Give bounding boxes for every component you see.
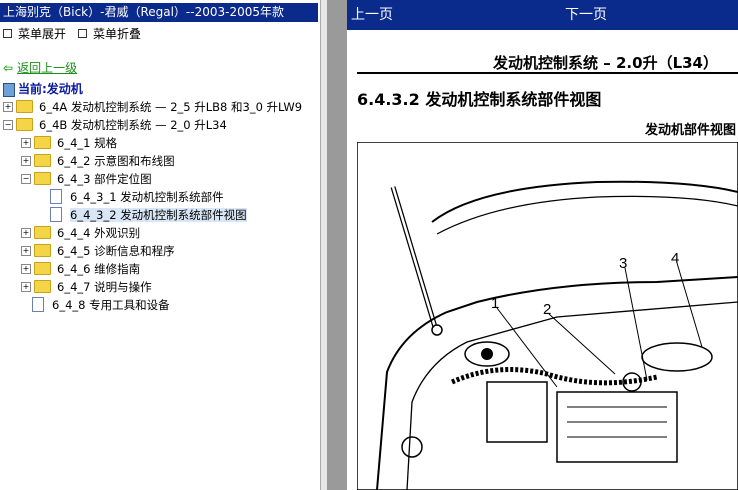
tree-item-label: 6_4_7 说明与操作 — [57, 280, 152, 294]
tree-item-label: 6_4_8 专用工具和设备 — [52, 298, 170, 312]
expand-node-icon[interactable]: + — [21, 263, 31, 274]
folder-icon — [16, 118, 33, 131]
tree-item[interactable]: 6_4_3_1 发动机控制系统部件 — [39, 188, 224, 206]
tree-item[interactable]: +6_4_1 规格 — [21, 134, 117, 152]
expand-node-icon[interactable]: + — [21, 227, 31, 238]
document-pane: 上一页 下一页 发动机控制系统 – 2.0升（L34） 6.4.3.2 发动机控… — [347, 0, 738, 490]
collapse-menu-label: 菜单折叠 — [93, 27, 142, 41]
expand-node-icon[interactable]: + — [21, 137, 31, 148]
expand-menu-button[interactable]: 菜单展开 — [3, 26, 66, 42]
tree-item[interactable]: − 6_4_3 部件定位图 — [21, 170, 152, 188]
panel-gutter — [327, 0, 347, 490]
tree-item-label: 6_4_6 维修指南 — [57, 262, 141, 276]
expand-node-icon[interactable]: + — [21, 245, 31, 256]
expand-menu-label: 菜单展开 — [18, 27, 67, 41]
prev-page-button[interactable]: 上一页 — [351, 0, 393, 30]
tree-item-label: 6_4_5 诊断信息和程序 — [57, 244, 175, 258]
callout-1: 1 — [491, 295, 499, 312]
callout-3: 3 — [619, 255, 627, 272]
back-link[interactable]: ⇦ 返回上一级 — [3, 60, 77, 76]
callout-4: 4 — [671, 250, 679, 267]
folder-icon — [34, 136, 51, 149]
header-rule — [357, 72, 738, 74]
tree-item[interactable]: +6_4_5 诊断信息和程序 — [21, 242, 175, 260]
folder-icon — [34, 280, 51, 293]
view-label: 发动机部件视图 — [644, 123, 736, 138]
tree-item[interactable]: +6_4_6 维修指南 — [21, 260, 140, 278]
collapse-icon — [78, 29, 87, 38]
tree-item[interactable]: +6_4_2 示意图和布线图 — [21, 152, 175, 170]
page-nav-bar: 上一页 下一页 — [347, 0, 738, 30]
vehicle-title: 上海别克（Bick）-君威（Regal）--2003-2005年款 — [0, 3, 318, 22]
leaf-node-spacer — [39, 193, 47, 201]
expand-node-icon[interactable]: + — [21, 281, 31, 292]
tree-item[interactable]: 6_4_8 专用工具和设备 — [21, 296, 170, 314]
current-location-label: 当前:发动机 — [18, 82, 83, 96]
expand-node-icon[interactable]: + — [21, 155, 31, 166]
tree-item-label: 6_4_2 示意图和布线图 — [57, 154, 175, 168]
tree-item-label: 6_4_3_2 发动机控制系统部件视图 — [70, 208, 247, 222]
tree-item-label: 6_4_3 部件定位图 — [57, 172, 152, 186]
expand-icon — [3, 29, 12, 38]
document-icon — [50, 189, 62, 204]
tree-item[interactable]: 6_4_3_2 发动机控制系统部件视图 — [39, 206, 247, 224]
shock-tower-nut — [481, 348, 493, 360]
tree-item[interactable]: − 6_4B 发动机控制系统 — 2_0 升L34 — [3, 116, 227, 134]
expand-node-icon[interactable]: + — [3, 101, 13, 112]
callout-2: 2 — [543, 301, 551, 318]
document-header: 发动机控制系统 – 2.0升（L34） — [493, 54, 718, 72]
tree-item[interactable]: +6_4_7 说明与操作 — [21, 278, 152, 296]
collapse-menu-button[interactable]: 菜单折叠 — [78, 26, 141, 42]
document-icon — [50, 207, 62, 222]
folder-icon — [34, 172, 51, 185]
collapse-node-icon[interactable]: − — [21, 173, 31, 184]
collapse-node-icon[interactable]: − — [3, 119, 13, 130]
back-link-label: 返回上一级 — [17, 61, 78, 75]
leaf-node-spacer — [39, 211, 47, 219]
tree-item[interactable]: +6_4A 发动机控制系统 — 2_5 升LB8 和3_0 升LW9 — [3, 98, 302, 116]
strut-mount — [431, 324, 443, 336]
section-title: 6.4.3.2 发动机控制系统部件视图 — [357, 90, 602, 109]
leaf-node-spacer — [21, 301, 29, 309]
folder-icon — [34, 244, 51, 257]
tree-item[interactable]: +6_4_4 外观识别 — [21, 224, 140, 242]
document-icon — [32, 297, 44, 312]
engine-component-drawing: 1 2 3 4 — [357, 142, 738, 490]
folder-icon — [34, 154, 51, 167]
tree-item-label: 6_4_1 规格 — [57, 136, 118, 150]
next-page-button[interactable]: 下一页 — [565, 0, 607, 30]
tree-item-label: 6_4_3_1 发动机控制系统部件 — [70, 190, 224, 204]
left-panel: 上海别克（Bick）-君威（Regal）--2003-2005年款 菜单展开 菜… — [0, 0, 320, 490]
folder-icon — [34, 226, 51, 239]
tree-item-label: 6_4B 发动机控制系统 — 2_0 升L34 — [39, 118, 227, 132]
folder-icon — [16, 100, 33, 113]
tree-item-label: 6_4A 发动机控制系统 — 2_5 升LB8 和3_0 升LW9 — [39, 100, 303, 114]
computer-icon — [3, 82, 15, 97]
folder-icon — [34, 262, 51, 275]
back-arrow-icon: ⇦ — [3, 61, 14, 75]
current-location: 当前:发动机 — [3, 81, 83, 97]
tree-item-label: 6_4_4 外观识别 — [57, 226, 141, 240]
